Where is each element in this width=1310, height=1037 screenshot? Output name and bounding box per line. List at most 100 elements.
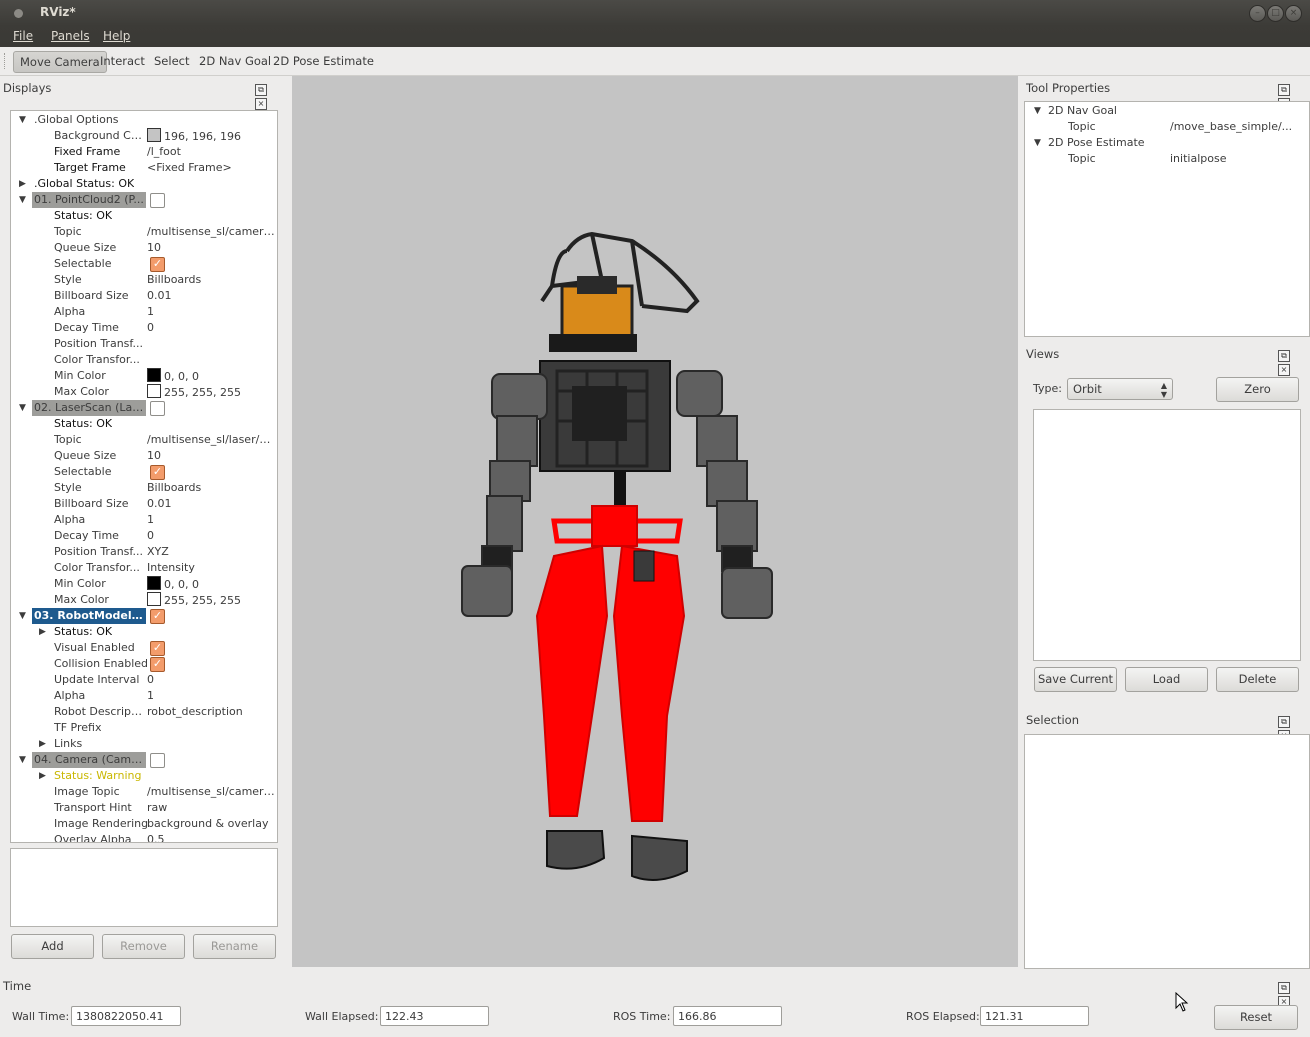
tree-row[interactable]: Style Billboards	[11, 272, 277, 288]
float-icon[interactable]: ⧉	[255, 84, 267, 96]
window-menu-icon[interactable]	[14, 9, 23, 18]
render-viewport[interactable]	[292, 76, 1018, 967]
expand-right-icon[interactable]: ▶	[39, 624, 46, 640]
saved-views-list[interactable]	[1033, 409, 1301, 661]
tree-row[interactable]: Status: OK	[11, 208, 277, 224]
visual-enabled-checkbox[interactable]: ✓	[150, 641, 165, 656]
tree-row[interactable]: Alpha 1	[11, 688, 277, 704]
tree-row[interactable]: Max Color 255, 255, 255	[11, 384, 277, 400]
tree-row[interactable]: TF Prefix	[11, 720, 277, 736]
tree-row[interactable]: Position Transf...	[11, 336, 277, 352]
expand-down-icon[interactable]: ▼	[19, 752, 26, 768]
expand-down-icon[interactable]: ▼	[19, 608, 26, 624]
tree-row[interactable]: ▶ Status: Warning	[11, 768, 277, 784]
close-icon[interactable]: ×	[1278, 364, 1290, 376]
expand-down-icon[interactable]: ▼	[1034, 135, 1041, 151]
enable-checkbox[interactable]	[150, 753, 165, 768]
selection-panel[interactable]	[1024, 734, 1310, 969]
enable-checkbox[interactable]	[150, 401, 165, 416]
tree-row[interactable]: Min Color 0, 0, 0	[11, 576, 277, 592]
close-icon[interactable]: ×	[1285, 5, 1302, 22]
maximize-icon[interactable]: □	[1267, 5, 1284, 22]
wall-time-field[interactable]: 1380822050.41	[71, 1006, 181, 1026]
color-swatch[interactable]	[147, 128, 161, 142]
collision-enabled-checkbox[interactable]: ✓	[150, 657, 165, 672]
tree-row[interactable]: ▶ Links	[11, 736, 277, 752]
tree-row[interactable]: Overlay Alpha 0.5	[11, 832, 277, 842]
enable-checkbox[interactable]: ✓	[150, 609, 165, 624]
selectable-checkbox[interactable]: ✓	[150, 257, 165, 272]
tree-row[interactable]: Robot Descript... robot_description	[11, 704, 277, 720]
tree-row[interactable]: Image Topic/multisense_sl/camera...	[11, 784, 277, 800]
tree-row[interactable]: Selectable ✓	[11, 256, 277, 272]
tree-row-camera[interactable]: ▼ 04. Camera (Camera)	[11, 752, 277, 768]
expand-down-icon[interactable]: ▼	[19, 192, 26, 208]
tree-row-laserscan[interactable]: ▼ 02. LaserScan (Lase...	[11, 400, 277, 416]
tree-row[interactable]: ▼ 2D Pose Estimate	[1025, 135, 1309, 151]
tree-row[interactable]: Status: OK	[11, 416, 277, 432]
tree-row[interactable]: Billboard Size 0.01	[11, 496, 277, 512]
float-icon[interactable]: ⧉	[1278, 716, 1290, 728]
tree-row[interactable]: Queue Size 10	[11, 240, 277, 256]
expand-right-icon[interactable]: ▶	[39, 736, 46, 752]
menu-panels[interactable]: Panels	[51, 29, 90, 43]
enable-checkbox[interactable]	[150, 193, 165, 208]
tree-row[interactable]: Min Color 0, 0, 0	[11, 368, 277, 384]
expand-right-icon[interactable]: ▶	[39, 768, 46, 784]
ros-time-field[interactable]: 166.86	[673, 1006, 782, 1026]
pose-estimate-button[interactable]: 2D Pose Estimate	[267, 51, 380, 71]
tree-row[interactable]: Decay Time 0	[11, 320, 277, 336]
tree-row[interactable]: Update Interval 0	[11, 672, 277, 688]
float-icon[interactable]: ⧉	[1278, 350, 1290, 362]
displays-tree[interactable]: ▼ .Global Options Background Co... 196, 19…	[10, 110, 278, 843]
reset-button[interactable]: Reset	[1214, 1005, 1298, 1030]
view-type-select[interactable]: Orbit ▲ ▼	[1067, 378, 1173, 400]
tree-row[interactable]: Topic initialpose	[1025, 151, 1309, 167]
move-camera-button[interactable]: Move Camera	[13, 51, 107, 73]
tool-properties-tree[interactable]: ▼ 2D Nav Goal Topic/move_base_simple/... …	[1024, 101, 1310, 337]
tree-row[interactable]: Image Rendering background & overlay	[11, 816, 277, 832]
toolbar-grip[interactable]	[4, 53, 8, 69]
wall-elapsed-field[interactable]: 122.43	[380, 1006, 489, 1026]
expand-down-icon[interactable]: ▼	[19, 112, 26, 128]
tree-row[interactable]: ▶ .Global Status: OK	[11, 176, 277, 192]
menu-file[interactable]: File	[13, 29, 33, 43]
tree-row[interactable]: Topic/move_base_simple/...	[1025, 119, 1309, 135]
tree-row[interactable]: Background Co... 196, 196, 196	[11, 128, 277, 144]
select-button[interactable]: Select	[148, 51, 195, 71]
tree-row[interactable]: Topic/multisense_sl/camera...	[11, 224, 277, 240]
tree-row-robotmodel[interactable]: ▼ 03. RobotModel (... ✓	[11, 608, 277, 624]
tree-row[interactable]: Color Transfor... Intensity	[11, 560, 277, 576]
color-swatch[interactable]	[147, 576, 161, 590]
color-swatch[interactable]	[147, 384, 161, 398]
tree-row[interactable]: Visual Enabled ✓	[11, 640, 277, 656]
tree-row[interactable]: ▼ .Global Options	[11, 112, 277, 128]
tree-row[interactable]: Position Transf... XYZ	[11, 544, 277, 560]
ros-elapsed-field[interactable]: 121.31	[980, 1006, 1089, 1026]
color-swatch[interactable]	[147, 592, 161, 606]
tree-row[interactable]: Decay Time 0	[11, 528, 277, 544]
menu-help[interactable]: Help	[103, 29, 130, 43]
tree-row[interactable]: Alpha 1	[11, 512, 277, 528]
expand-down-icon[interactable]: ▼	[1034, 103, 1041, 119]
tree-row[interactable]: Queue Size 10	[11, 448, 277, 464]
add-button[interactable]: Add	[11, 934, 94, 959]
color-swatch[interactable]	[147, 368, 161, 382]
interact-button[interactable]: Interact	[94, 51, 151, 71]
selectable-checkbox[interactable]: ✓	[150, 465, 165, 480]
delete-button[interactable]: Delete	[1216, 667, 1299, 692]
zero-button[interactable]: Zero	[1216, 377, 1299, 402]
tree-row[interactable]: ▶ Status: OK	[11, 624, 277, 640]
tree-row[interactable]: ▼ 2D Nav Goal	[1025, 103, 1309, 119]
tree-row[interactable]: Fixed Frame/l_foot	[11, 144, 277, 160]
tree-row[interactable]: Transport Hint raw	[11, 800, 277, 816]
tree-row[interactable]: Selectable ✓	[11, 464, 277, 480]
float-icon[interactable]: ⧉	[1278, 84, 1290, 96]
tree-row[interactable]: Target Frame <Fixed Frame>	[11, 160, 277, 176]
tree-row[interactable]: Max Color 255, 255, 255	[11, 592, 277, 608]
tree-row[interactable]: Color Transfor...	[11, 352, 277, 368]
tree-row[interactable]: Collision Enabled ✓	[11, 656, 277, 672]
nav-goal-button[interactable]: 2D Nav Goal	[193, 51, 277, 71]
tree-row[interactable]: Topic/multisense_sl/laser/sc...	[11, 432, 277, 448]
close-icon[interactable]: ×	[255, 98, 267, 110]
